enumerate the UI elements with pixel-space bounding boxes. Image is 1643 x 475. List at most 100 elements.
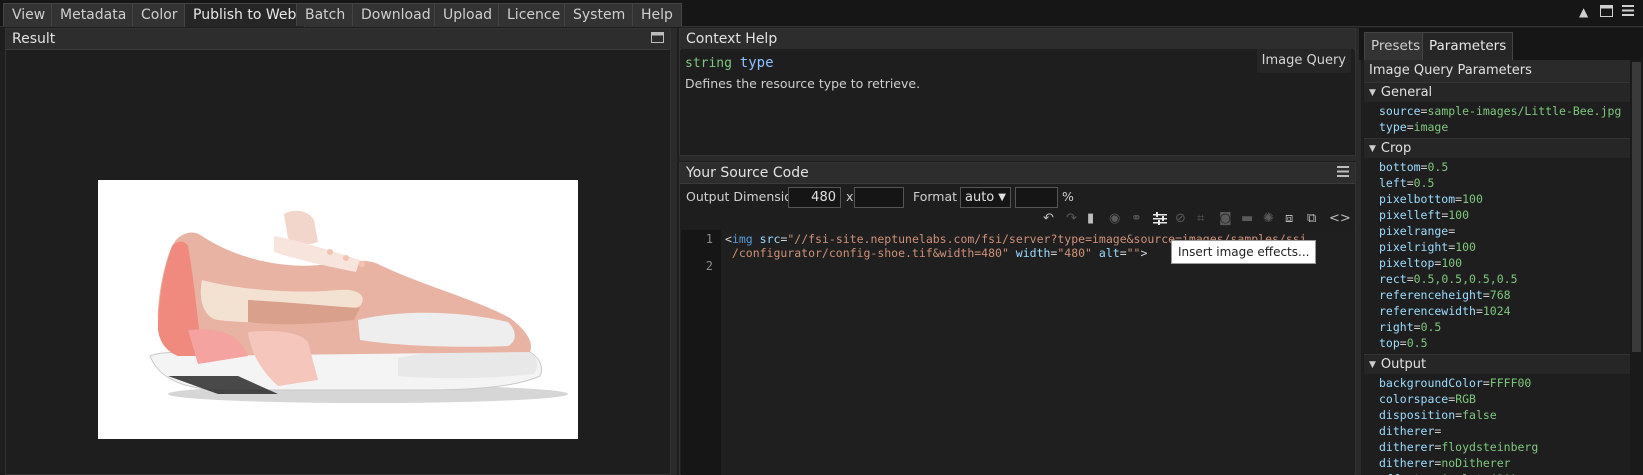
param-row[interactable]: pixeltop=100	[1379, 256, 1462, 270]
code-token: alt	[1091, 246, 1120, 260]
output-height-input[interactable]	[854, 187, 904, 208]
param-group-general[interactable]: ▼ General	[1364, 82, 1630, 102]
line-number: 1	[705, 232, 713, 246]
code-view-icon[interactable]: ⧉	[1307, 212, 1316, 226]
param-value: sample-images/Little-Bee.jpg	[1427, 104, 1622, 118]
tab-presets[interactable]: Presets	[1364, 32, 1428, 60]
line-number-gutter: 1 2	[681, 230, 721, 475]
gear-icon[interactable]: ✺	[1263, 212, 1274, 226]
tab-color[interactable]: Color	[132, 3, 187, 26]
param-group-crop[interactable]: ▼ Crop	[1364, 138, 1630, 158]
effects-icon[interactable]	[1153, 212, 1167, 229]
param-row[interactable]: rect=0.5,0.5,0.5,0.5	[1379, 272, 1518, 286]
code-toolbar: ↶ ↷ ▮ ◉ ⚭ ⊘ ⌗ ◙ ▬ ✺ ⧈ ⧉ <>	[681, 211, 1354, 229]
param-row[interactable]: backgroundColor=FFFF00	[1379, 376, 1531, 390]
horizontal-splitter[interactable]	[679, 156, 1356, 161]
param-key: pixelrange	[1379, 224, 1449, 238]
output-width-input[interactable]: 480	[788, 187, 841, 208]
expand-triangle-icon[interactable]: ▼	[1369, 360, 1376, 370]
target-icon[interactable]: ◉	[1109, 212, 1120, 226]
param-row[interactable]: ditherer=noDitherer	[1379, 456, 1511, 470]
parameters-scrollbar[interactable]	[1630, 60, 1643, 475]
param-group-label: Output	[1380, 357, 1427, 372]
param-row[interactable]: ditherer=floydsteinberg	[1379, 440, 1538, 454]
collapse-up-icon[interactable]: ▲	[1579, 5, 1588, 19]
param-key: pixeltop	[1379, 256, 1435, 270]
maximize-panel-icon[interactable]	[651, 32, 664, 47]
tab-batch[interactable]: Batch	[296, 3, 355, 26]
param-row[interactable]: pixelbottom=100	[1379, 192, 1483, 206]
code-token: src	[752, 232, 781, 246]
hamburger-menu-icon[interactable]	[1622, 5, 1634, 19]
param-row[interactable]: right=0.5	[1379, 320, 1441, 334]
crop-icon[interactable]: ⌗	[1197, 212, 1204, 226]
no-image-icon[interactable]: ⊘	[1175, 212, 1186, 226]
code-token: /configurator/config-shoe.tif&width=480"	[725, 246, 1009, 260]
param-equals: =	[1406, 272, 1414, 286]
quality-input[interactable]	[1015, 187, 1058, 208]
tab-publish-to-web[interactable]: Publish to Web	[184, 3, 306, 27]
param-row[interactable]: top=0.5	[1379, 336, 1428, 350]
param-key: ditherer	[1379, 456, 1435, 470]
undo-icon[interactable]: ↶	[1043, 212, 1054, 226]
param-value: 100	[1462, 192, 1483, 206]
param-row[interactable]: pixelrange=	[1379, 224, 1455, 238]
source-menu-icon[interactable]	[1337, 166, 1349, 181]
tab-metadata[interactable]: Metadata	[51, 3, 136, 26]
param-group-output[interactable]: ▼ Output	[1364, 354, 1630, 374]
param-value: 1024	[1482, 304, 1511, 318]
scrollbar-thumb[interactable]	[1632, 62, 1641, 352]
folder-icon[interactable]: ▬	[1241, 212, 1253, 226]
param-row[interactable]: disposition=false	[1379, 408, 1497, 422]
tab-parameters[interactable]: Parameters	[1422, 32, 1514, 60]
format-select-value: auto	[965, 190, 995, 205]
camera-icon[interactable]: ◙	[1219, 212, 1232, 226]
param-equals: =	[1475, 304, 1483, 318]
param-row[interactable]: referenceheight=768	[1379, 288, 1511, 302]
vertical-splitter-right[interactable]	[1356, 28, 1361, 475]
param-key: ditherer	[1379, 424, 1435, 438]
param-value: image	[1413, 120, 1449, 134]
expand-triangle-icon[interactable]: ▼	[1369, 144, 1376, 154]
param-row[interactable]: left=0.5	[1379, 176, 1434, 190]
param-row[interactable]: ditherer=	[1379, 424, 1441, 438]
tab-system[interactable]: System	[564, 3, 635, 26]
param-value: false	[1462, 408, 1497, 422]
link-icon[interactable]: ⚭	[1131, 212, 1142, 226]
code-editor[interactable]: 1 2 <img src="//fsi-site.neptunelabs.com…	[681, 230, 1354, 475]
parameters-heading: Image Query Parameters	[1364, 60, 1630, 82]
param-group-label: General	[1380, 85, 1433, 100]
param-key: source	[1379, 104, 1421, 118]
param-row[interactable]: bottom=0.5	[1379, 160, 1448, 174]
tab-upload[interactable]: Upload	[434, 3, 502, 26]
param-row[interactable]: pixelleft=100	[1379, 208, 1469, 222]
help-param-name: type	[739, 55, 774, 71]
clear-icon[interactable]: ▮	[1087, 212, 1094, 226]
expand-triangle-icon[interactable]: ▼	[1369, 88, 1376, 98]
param-row[interactable]: source=sample-images/Little-Bee.jpg	[1379, 104, 1621, 118]
param-row[interactable]: type=image	[1379, 120, 1448, 134]
context-help-title: Context Help	[686, 31, 778, 47]
param-row[interactable]: referencewidth=1024	[1379, 304, 1511, 318]
right-panel-tabs: Presets Parameters	[1359, 28, 1643, 60]
param-row[interactable]: pixelright=100	[1379, 240, 1476, 254]
param-row[interactable]: colorspace=RGB	[1379, 392, 1476, 406]
html-tag-icon[interactable]: <>	[1329, 212, 1351, 226]
tab-view[interactable]: View	[3, 3, 55, 26]
vertical-splitter-left[interactable]	[671, 28, 677, 475]
format-select[interactable]: auto ▼	[960, 187, 1011, 208]
tab-download[interactable]: Download	[352, 3, 440, 26]
param-value: 100	[1455, 240, 1476, 254]
context-help-header: Context Help	[680, 29, 1355, 50]
param-key: referenceheight	[1379, 288, 1483, 302]
code-token: >	[1140, 246, 1148, 260]
window-icon[interactable]	[1600, 5, 1613, 20]
code-token: img	[731, 232, 753, 246]
param-key: colorspace	[1379, 392, 1449, 406]
embed-code-icon[interactable]: ⧈	[1285, 212, 1293, 226]
redo-icon[interactable]: ↷	[1066, 212, 1077, 226]
param-key: backgroundColor	[1379, 376, 1483, 390]
tab-help[interactable]: Help	[632, 3, 682, 26]
param-group-label: Crop	[1380, 141, 1412, 156]
tab-licence[interactable]: Licence	[498, 3, 570, 26]
